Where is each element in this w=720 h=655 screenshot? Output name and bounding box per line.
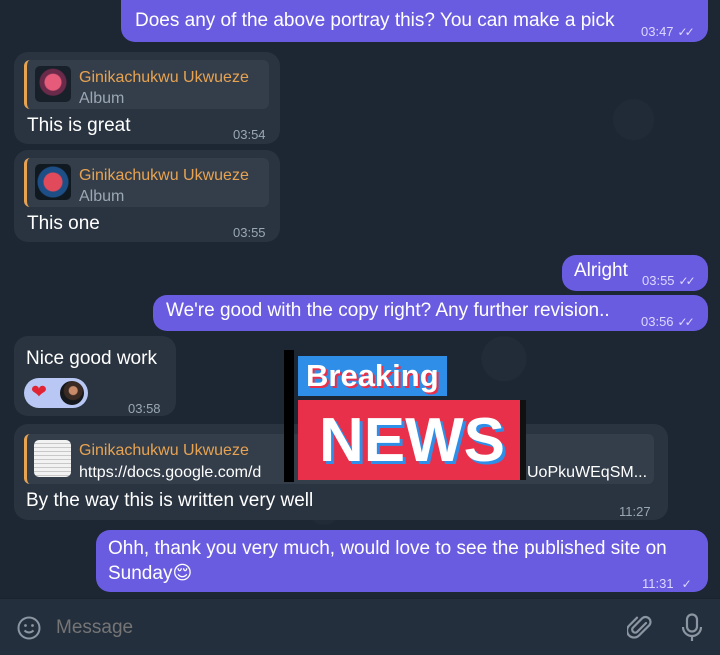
double-check-icon: ✓✓ — [677, 25, 695, 39]
double-check-icon: ✓✓ — [678, 274, 696, 288]
album-thumbnail — [35, 164, 71, 200]
check-icon: ✓ — [681, 577, 692, 591]
message-time: 03:58 — [128, 401, 161, 416]
reply-subtitle: Album — [79, 188, 125, 205]
album-thumbnail — [35, 66, 71, 102]
document-thumbnail — [34, 440, 71, 477]
message-text: By the way this is written very well — [26, 490, 314, 511]
news-black-bar — [284, 350, 294, 482]
message-time: 11:31 ✓ — [642, 576, 692, 591]
incoming-message[interactable]: Ginikachukwu Ukwueze Album This one 03:5… — [14, 150, 280, 242]
smiley-icon[interactable] — [14, 613, 44, 643]
message-composer — [0, 598, 720, 655]
outgoing-message[interactable]: Ohh, thank you very much, would love to … — [96, 530, 708, 592]
message-text: Ohh, thank you very much, would love to … — [108, 538, 667, 584]
message-time: 03:56 ✓✓ — [641, 314, 695, 329]
message-time: 03:55 ✓✓ — [642, 273, 696, 288]
reaction-badge[interactable]: ❤ — [24, 378, 88, 408]
message-text: We're good with the copy right? Any furt… — [166, 300, 610, 321]
avatar — [60, 381, 84, 405]
breaking-label: Breaking — [298, 356, 447, 396]
reply-subtitle: Album — [79, 90, 125, 107]
chat-area[interactable]: Does any of the above portray this? You … — [0, 0, 720, 598]
incoming-message[interactable]: Ginikachukwu Ukwueze Album This is great… — [14, 52, 280, 144]
message-time: 11:27 — [619, 504, 651, 519]
message-time: 03:55 — [233, 225, 266, 240]
heart-icon: ❤ — [31, 382, 47, 403]
message-text: Nice good work — [26, 348, 157, 369]
paperclip-icon[interactable] — [624, 612, 656, 644]
microphone-icon[interactable] — [676, 611, 708, 645]
outgoing-message[interactable]: Alright 03:55 ✓✓ — [562, 255, 708, 291]
reply-link-tail: UoPkuWEqSM... — [527, 464, 648, 481]
outgoing-message[interactable]: We're good with the copy right? Any furt… — [153, 295, 708, 331]
news-label: NEWS — [298, 400, 526, 480]
reply-preview[interactable]: Ginikachukwu Ukwueze Album — [24, 60, 269, 109]
message-text: Does any of the above portray this? You … — [135, 10, 615, 31]
message-text: This is great — [27, 115, 131, 136]
double-check-icon: ✓✓ — [677, 315, 695, 329]
message-time: 03:54 — [233, 127, 266, 142]
reply-sender-name: Ginikachukwu Ukwueze — [79, 442, 249, 459]
message-time: 03:47 ✓✓ — [641, 24, 695, 39]
message-input[interactable] — [56, 613, 596, 643]
breaking-news-overlay: Breaking NEWS — [284, 350, 542, 482]
reply-preview[interactable]: Ginikachukwu Ukwueze Album — [24, 158, 269, 207]
message-text: Alright — [574, 260, 628, 281]
message-text: This one — [27, 213, 100, 234]
reply-link: https://docs.google.com/d — [79, 464, 262, 481]
incoming-message[interactable]: Nice good work ❤ 03:58 — [14, 336, 176, 416]
outgoing-message[interactable]: Does any of the above portray this? You … — [121, 0, 708, 42]
